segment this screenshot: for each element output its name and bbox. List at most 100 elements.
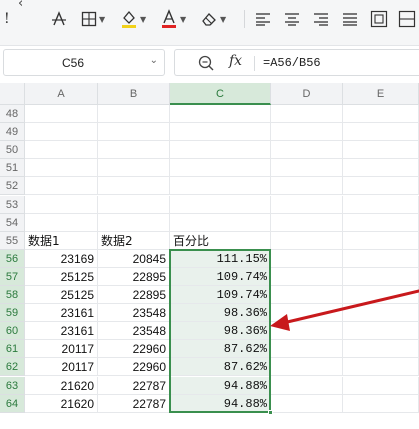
cell-c55[interactable]: 百分比	[170, 231, 271, 250]
cell-a61[interactable]: 20117	[25, 340, 98, 359]
chevron-down-icon[interactable]: ▼	[220, 15, 226, 24]
cell-a64[interactable]: 21620	[25, 394, 98, 413]
cell-d60[interactable]	[271, 322, 343, 341]
row-header-50[interactable]: 50	[0, 141, 25, 160]
cell-b59[interactable]: 23548	[98, 304, 170, 323]
cell-a60[interactable]: 23161	[25, 322, 98, 341]
cell-a59[interactable]: 23161	[25, 304, 98, 323]
cell-b49[interactable]	[98, 123, 170, 142]
row-header-52[interactable]: 52	[0, 177, 25, 196]
cell-a54[interactable]	[25, 213, 98, 232]
cell-e54[interactable]	[343, 213, 419, 232]
justify-button[interactable]	[342, 8, 358, 30]
row-header-55[interactable]: 55	[0, 231, 25, 250]
cell-e52[interactable]	[343, 177, 419, 196]
cell-d64[interactable]	[271, 394, 343, 413]
column-header-a[interactable]: A	[25, 83, 98, 105]
row-header-64[interactable]: 64	[0, 394, 25, 413]
cell-e57[interactable]	[343, 267, 419, 286]
fx-icon[interactable]: fx	[229, 53, 242, 69]
cell-b61[interactable]: 22960	[98, 340, 170, 359]
cell-a63[interactable]: 21620	[25, 376, 98, 395]
row-header-60[interactable]: 60	[0, 322, 25, 341]
align-left-button[interactable]	[255, 8, 271, 30]
cell-c61[interactable]: 87.62%	[170, 340, 271, 359]
row-header-59[interactable]: 59	[0, 304, 25, 323]
cell-e50[interactable]	[343, 141, 419, 160]
merge-cells-button[interactable]	[398, 8, 416, 30]
cell-b60[interactable]: 23548	[98, 322, 170, 341]
cell-e59[interactable]	[343, 304, 419, 323]
cell-b50[interactable]	[98, 141, 170, 160]
cell-e62[interactable]	[343, 358, 419, 377]
cell-b57[interactable]: 22895	[98, 267, 170, 286]
row-header-51[interactable]: 51	[0, 159, 25, 178]
font-color-button[interactable]: ▼	[160, 8, 186, 30]
column-header-c[interactable]: C	[170, 83, 271, 105]
strikethrough-button[interactable]	[50, 8, 68, 30]
cell-e60[interactable]	[343, 322, 419, 341]
cell-c52[interactable]	[170, 177, 271, 196]
cell-b54[interactable]	[98, 213, 170, 232]
cell-d54[interactable]	[271, 213, 343, 232]
cell-b55[interactable]: 数据2	[98, 231, 170, 250]
cell-d63[interactable]	[271, 376, 343, 395]
select-all-corner[interactable]	[0, 83, 25, 105]
row-header-48[interactable]: 48	[0, 105, 25, 123]
cell-c50[interactable]	[170, 141, 271, 160]
cell-d50[interactable]	[271, 141, 343, 160]
cell-d58[interactable]	[271, 286, 343, 304]
cell-e56[interactable]	[343, 249, 419, 268]
cell-a52[interactable]	[25, 177, 98, 196]
cell-d55[interactable]	[271, 231, 343, 250]
cell-e51[interactable]	[343, 159, 419, 178]
cell-d62[interactable]	[271, 358, 343, 377]
cell-c58[interactable]: 109.74%	[170, 286, 271, 304]
cell-d56[interactable]	[271, 249, 343, 268]
align-center-button[interactable]	[284, 8, 300, 30]
cell-e48[interactable]	[343, 105, 419, 123]
cell-a49[interactable]	[25, 123, 98, 142]
cell-a53[interactable]	[25, 195, 98, 214]
cell-c62[interactable]: 87.62%	[170, 358, 271, 377]
cell-b58[interactable]: 22895	[98, 286, 170, 304]
cell-b63[interactable]: 22787	[98, 376, 170, 395]
cell-c51[interactable]	[170, 159, 271, 178]
row-header-63[interactable]: 63	[0, 376, 25, 395]
cell-c64[interactable]: 94.88%	[170, 394, 271, 413]
cell-d51[interactable]	[271, 159, 343, 178]
cell-c59[interactable]: 98.36%	[170, 304, 271, 323]
column-header-e[interactable]: E	[343, 83, 419, 105]
italic-button[interactable]: !	[4, 8, 10, 30]
cell-c63[interactable]: 94.88%	[170, 376, 271, 395]
cell-c49[interactable]	[170, 123, 271, 142]
fill-color-button[interactable]: ▼	[120, 8, 146, 30]
cell-d49[interactable]	[271, 123, 343, 142]
cell-e64[interactable]	[343, 394, 419, 413]
formula-input[interactable]: =A56/B56	[263, 56, 321, 70]
chevron-down-icon[interactable]: ⌄	[150, 55, 158, 66]
align-right-button[interactable]	[313, 8, 329, 30]
cell-e53[interactable]	[343, 195, 419, 214]
cell-b56[interactable]: 20845	[98, 249, 170, 268]
cell-b51[interactable]	[98, 159, 170, 178]
row-header-53[interactable]: 53	[0, 195, 25, 214]
cell-e63[interactable]	[343, 376, 419, 395]
row-header-62[interactable]: 62	[0, 358, 25, 377]
cell-d61[interactable]	[271, 340, 343, 359]
cell-d52[interactable]	[271, 177, 343, 196]
cell-b52[interactable]	[98, 177, 170, 196]
column-header-d[interactable]: D	[271, 83, 343, 105]
column-header-b[interactable]: B	[98, 83, 170, 105]
cell-b64[interactable]: 22787	[98, 394, 170, 413]
wrap-text-button[interactable]	[370, 8, 388, 30]
fill-handle[interactable]	[268, 409, 273, 415]
cell-a58[interactable]: 25125	[25, 286, 98, 304]
cell-d48[interactable]	[271, 105, 343, 123]
cell-c54[interactable]	[170, 213, 271, 232]
cell-d53[interactable]	[271, 195, 343, 214]
cell-e61[interactable]	[343, 340, 419, 359]
row-header-58[interactable]: 58	[0, 286, 25, 304]
cell-b53[interactable]	[98, 195, 170, 214]
chevron-down-icon[interactable]: ▼	[180, 15, 186, 24]
